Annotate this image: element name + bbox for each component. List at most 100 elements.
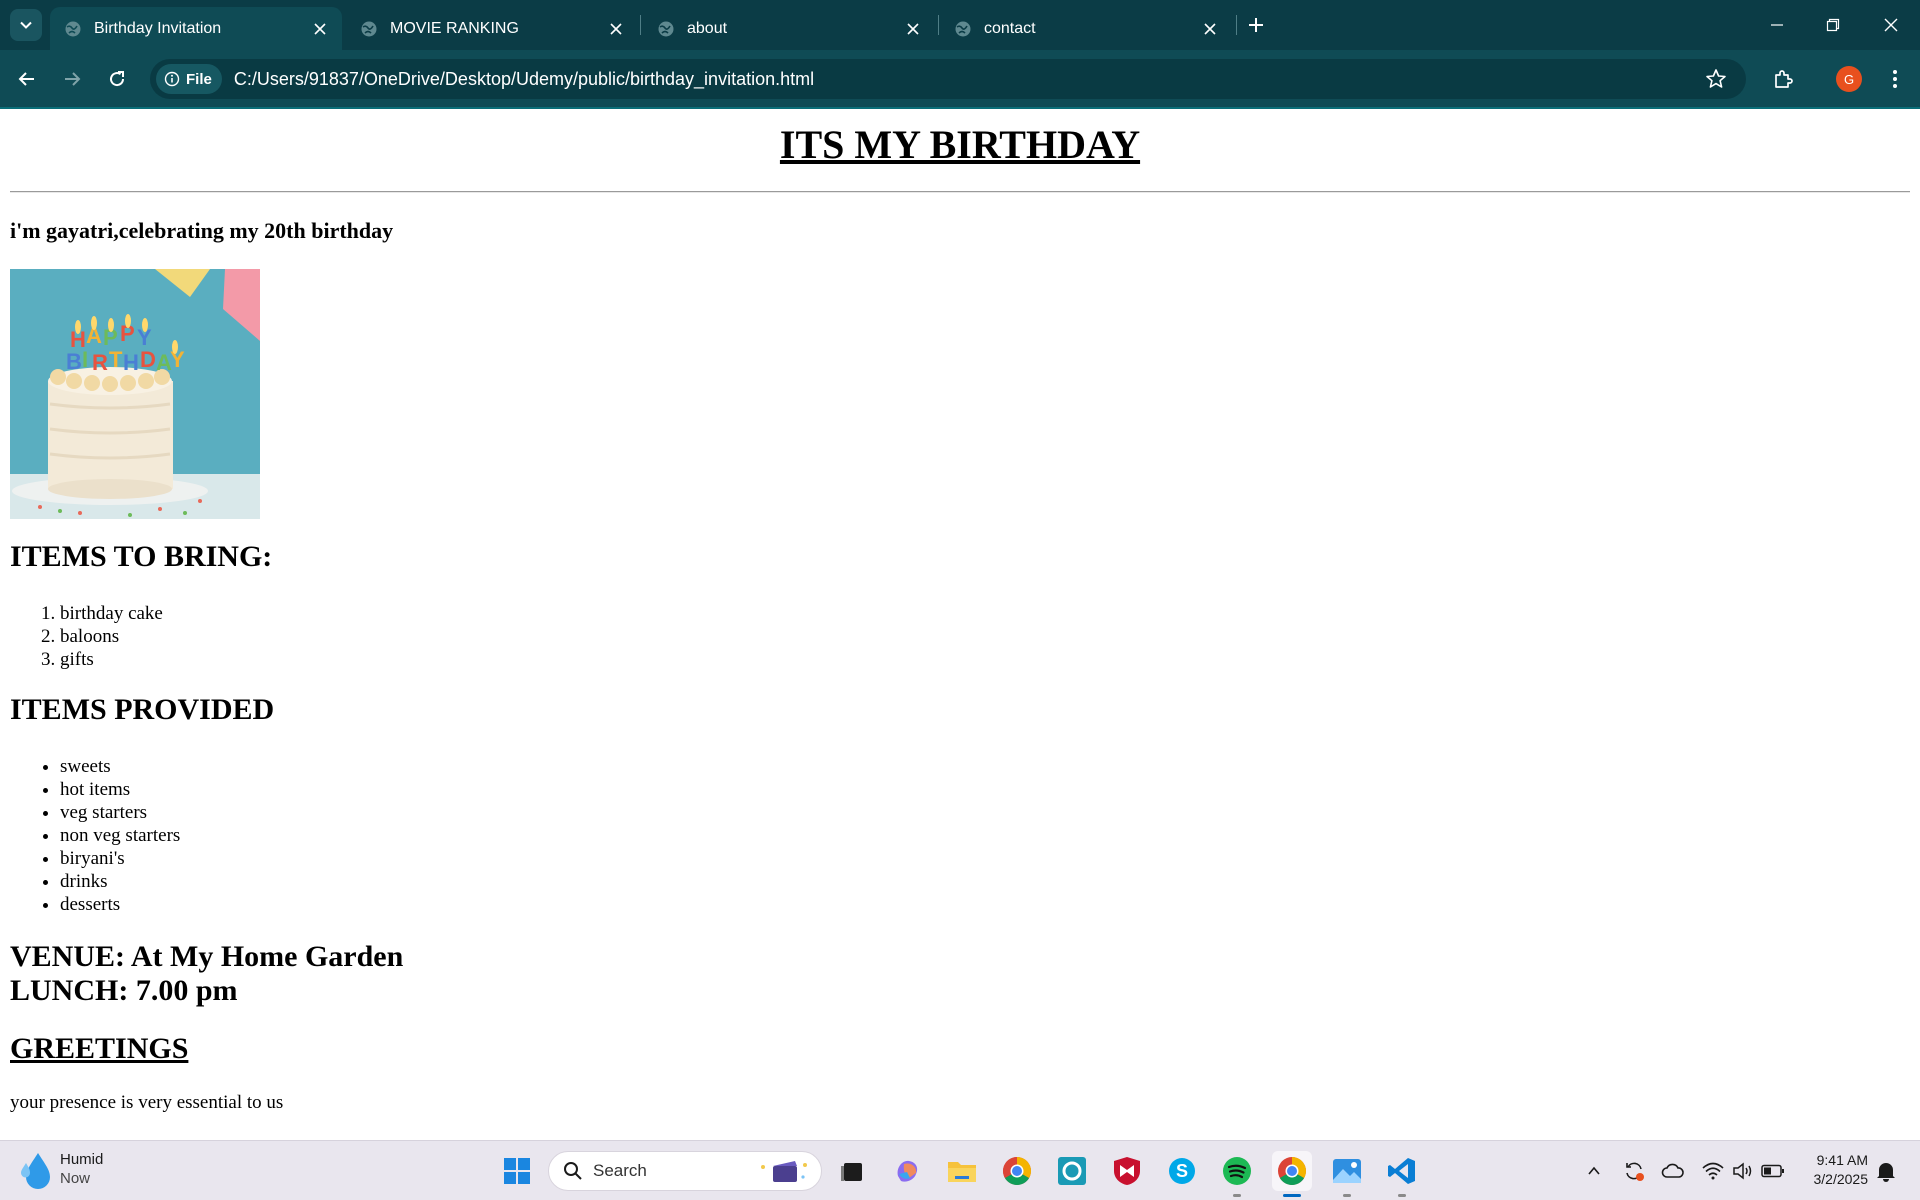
alexa-icon [1058,1157,1086,1185]
horizontal-rule [10,191,1910,193]
page-title: ITS MY BIRTHDAY [779,122,1141,167]
items-to-bring-list: birthday cake baloons gifts [10,602,163,671]
vscode-button[interactable] [1382,1151,1422,1197]
globe-icon [658,21,674,36]
close-icon [1884,18,1898,32]
close-tab-icon[interactable] [903,19,923,39]
tab-about[interactable]: about [643,7,935,50]
clock-date: 3/2/2025 [1813,1171,1869,1187]
spotify-icon [1223,1157,1251,1185]
close-tab-icon[interactable] [606,19,626,39]
address-bar[interactable]: File C:/Users/91837/OneDrive/Desktop/Ude… [150,59,1746,99]
system-clock[interactable]: 9:41 AM 3/2/2025 [1798,1151,1869,1189]
more-vertical-icon [1893,70,1897,88]
list-item: hot items [60,778,180,801]
show-hidden-icons-button[interactable] [1582,1159,1606,1183]
new-tab-button[interactable] [1244,13,1268,37]
forward-button[interactable] [57,64,87,94]
notifications-button[interactable] [1874,1159,1898,1183]
mcafee-icon [1114,1157,1140,1185]
chevron-up-icon [1588,1166,1600,1175]
wifi-tray-button[interactable] [1701,1159,1725,1183]
search-placeholder: Search [593,1161,647,1180]
file-explorer-button[interactable] [942,1151,982,1191]
intro-text: i'm gayatri,celebrating my 20th birthday [10,218,394,243]
tab-movie-ranking[interactable]: MOVIE RANKING [346,7,638,50]
battery-icon [1761,1164,1784,1178]
close-tab-icon[interactable] [310,19,330,39]
windows-taskbar: Humid Now Search S 9:41 AM 3/2/2025 [0,1140,1920,1200]
arrow-right-icon [65,72,81,86]
minimize-icon [1771,24,1783,26]
info-icon [164,71,180,87]
svg-text:I: I [82,347,88,372]
svg-text:S: S [1176,1161,1188,1181]
clock-time: 9:41 AM [1816,1152,1868,1168]
weather-condition: Humid [60,1151,104,1168]
copilot-button[interactable] [887,1151,927,1191]
chrome-active-button[interactable] [1272,1151,1312,1197]
back-button[interactable] [12,64,42,94]
profile-avatar[interactable]: G [1836,66,1862,92]
skype-icon: S [1169,1158,1195,1184]
sync-icon [1626,1162,1644,1181]
windows-logo-icon [504,1158,530,1184]
tab-strip: Birthday Invitation MOVIE RANKING about … [0,0,1920,50]
extensions-button[interactable] [1768,64,1798,94]
running-indicator [1398,1194,1406,1197]
bookmark-star-icon[interactable] [1704,67,1728,91]
list-item: veg starters [60,801,180,824]
list-item: non veg starters [60,824,180,847]
active-indicator [1283,1194,1301,1197]
minimize-button[interactable] [1762,10,1792,40]
site-info-chip[interactable]: File [156,64,222,94]
cloud-icon [1661,1163,1684,1178]
close-window-button[interactable] [1876,10,1906,40]
onedrive-tray-button[interactable] [1661,1159,1685,1183]
birthday-cake-image: HA PP Y BI RT HD AY [10,269,260,519]
tab-contact[interactable]: contact [940,7,1232,50]
alexa-button[interactable] [1052,1151,1092,1191]
sync-tray-button[interactable] [1622,1159,1646,1183]
items-provided-list: sweets hot items veg starters non veg st… [10,755,180,916]
mcafee-button[interactable] [1107,1151,1147,1191]
volume-tray-button[interactable] [1731,1159,1755,1183]
taskbar-search[interactable]: Search [548,1151,822,1191]
chrome-button[interactable] [997,1151,1037,1191]
browser-menu-button[interactable] [1880,64,1910,94]
wifi-icon [1702,1162,1724,1180]
battery-tray-button[interactable] [1761,1159,1785,1183]
running-indicator [1233,1194,1241,1197]
task-view-button[interactable] [832,1151,872,1191]
photos-button[interactable] [1327,1151,1367,1197]
tab-title: MOVIE RANKING [390,19,519,37]
greetings-text: your presence is very essential to us [10,1092,284,1113]
globe-icon [955,21,971,36]
lunch-text: LUNCH: 7.00 pm [10,974,238,1007]
vscode-icon [1388,1158,1415,1184]
weather-widget[interactable]: Humid Now [18,1149,103,1189]
tab-birthday-invitation[interactable]: Birthday Invitation [50,7,342,50]
svg-text:T: T [109,347,123,372]
tab-title: contact [984,19,1036,37]
svg-text:D: D [140,347,156,372]
restore-button[interactable] [1818,10,1848,40]
chrome-active-icon [1278,1157,1306,1185]
url-text[interactable]: C:/Users/91837/OneDrive/Desktop/Udemy/pu… [234,69,814,90]
running-indicator [1343,1194,1351,1197]
items-provided-heading: ITEMS PROVIDED [10,693,275,726]
reload-button[interactable] [102,64,132,94]
list-item: sweets [60,755,180,778]
reload-icon [110,71,125,87]
start-button[interactable] [497,1151,537,1191]
speaker-icon [1733,1162,1752,1180]
close-tab-icon[interactable] [1200,19,1220,39]
spotify-button[interactable] [1217,1151,1257,1197]
globe-icon [361,21,377,36]
skype-button[interactable]: S [1162,1151,1202,1191]
svg-text:R: R [92,350,108,375]
tab-search-button[interactable] [10,9,42,41]
arrow-left-icon [18,72,34,86]
photos-icon [1333,1159,1361,1183]
folder-icon [948,1162,976,1182]
